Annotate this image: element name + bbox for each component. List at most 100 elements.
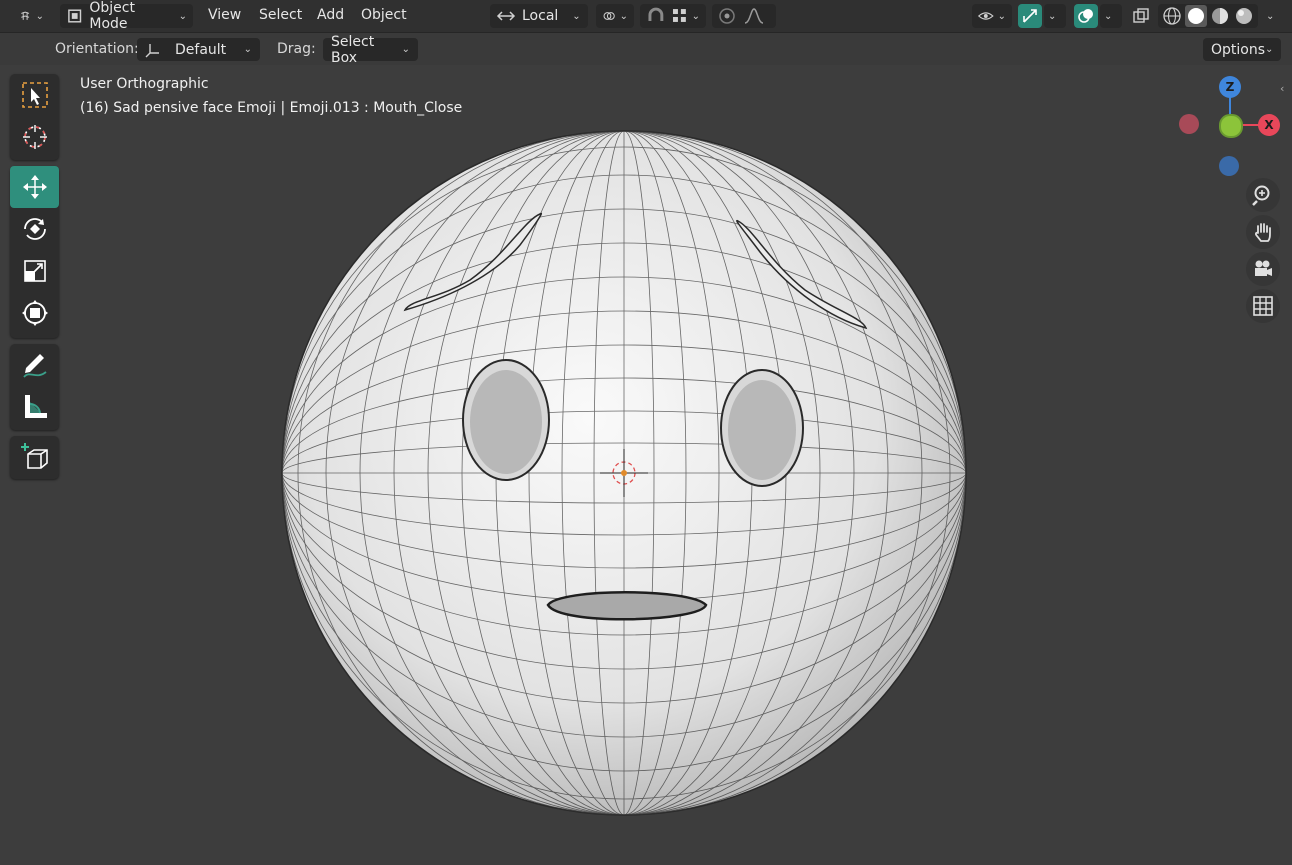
wireframe-shading-icon[interactable]: [1161, 6, 1183, 26]
zoom-button[interactable]: [1246, 178, 1280, 212]
chevron-down-icon: ⌄: [997, 10, 1006, 22]
local-orientation-icon: [496, 11, 516, 21]
toolbar-add-group: [10, 436, 59, 479]
object-mode-icon: [68, 9, 82, 23]
chevron-down-icon: ⌄: [1104, 10, 1113, 22]
toolbar-selection-group: [10, 74, 59, 160]
proportional-editing-icon: [719, 8, 735, 24]
chevron-down-icon: ⌄: [178, 10, 187, 22]
mode-label: Object Mode: [89, 0, 135, 32]
gizmo-z-label: Z: [1225, 80, 1235, 94]
proportional-editing-group[interactable]: [712, 4, 776, 28]
emoji-mesh[interactable]: [281, 130, 967, 816]
visibility-button[interactable]: ⌄: [972, 4, 1012, 28]
tool-cursor[interactable]: [10, 116, 59, 158]
overlays-dropdown[interactable]: ⌄: [1100, 4, 1122, 28]
object-info: (16) Sad pensive face Emoji | Emoji.013 …: [80, 100, 463, 116]
gizmo-y-axis[interactable]: [1219, 114, 1243, 138]
gizmo-neg-z-axis[interactable]: [1219, 156, 1239, 176]
pivot-point-button[interactable]: ⌄: [596, 4, 634, 28]
orientation-dropdown[interactable]: Default ⌄: [137, 38, 260, 61]
menu-select[interactable]: Select: [259, 7, 302, 23]
chevron-down-icon: ⌄: [401, 44, 410, 55]
tool-rotate[interactable]: [10, 208, 59, 250]
chevron-down-icon: ⌄: [619, 10, 628, 22]
add-cube-icon: [20, 443, 48, 469]
transform-orientation-dropdown[interactable]: Local ⌄: [490, 4, 588, 28]
tool-scale[interactable]: [10, 250, 59, 292]
chevron-down-icon: ⌄: [243, 44, 252, 55]
gizmo-dropdown[interactable]: ⌄: [1044, 4, 1066, 28]
drag-value: Select Box: [331, 33, 375, 66]
xray-toggle[interactable]: [1128, 4, 1154, 28]
sidebar-toggle[interactable]: ‹: [1280, 82, 1292, 100]
cursor-icon: [22, 125, 47, 149]
transform-icon: [21, 300, 48, 326]
tool-add-cube[interactable]: [10, 436, 59, 478]
measure-ruler-icon: [24, 395, 47, 418]
toolbar-annotate-group: [10, 344, 59, 430]
rendered-shading-icon[interactable]: [1233, 6, 1255, 26]
zoom-icon: [1252, 185, 1270, 206]
chevron-down-icon: ⌄: [691, 10, 700, 22]
editor-type-button[interactable]: ⌄: [14, 4, 50, 28]
magnet-icon: [648, 7, 664, 21]
gizmo-neg-x-axis[interactable]: [1179, 114, 1199, 134]
material-shading-icon[interactable]: [1209, 6, 1231, 26]
menu-view[interactable]: View: [208, 7, 241, 23]
gizmo-z-axis[interactable]: Z: [1219, 76, 1241, 98]
drag-dropdown[interactable]: Select Box ⌄: [323, 34, 418, 66]
camera-icon: [1255, 260, 1272, 276]
shading-group[interactable]: [1158, 4, 1258, 28]
menu-add[interactable]: Add: [317, 7, 344, 23]
gizmo-x-axis[interactable]: X: [1258, 114, 1280, 136]
tool-measure[interactable]: [10, 386, 59, 428]
annotate-pencil-icon: [22, 354, 47, 378]
right-eye-socket: [720, 369, 804, 487]
rotate-icon: [23, 218, 46, 240]
left-eye-socket: [462, 359, 550, 481]
overlays-toggle[interactable]: [1074, 4, 1098, 28]
drag-label: Drag:: [277, 41, 316, 57]
chevron-down-icon: ⌄: [1048, 10, 1057, 22]
chevron-down-icon: ⌄: [1265, 44, 1274, 55]
falloff-curve-icon: [744, 8, 764, 24]
grid-icon: [1253, 296, 1273, 316]
select-box-icon: [21, 82, 48, 108]
viewport-header: ⌄ Object Mode ⌄ View Select Add Object L…: [0, 0, 1292, 33]
overlays-icon: [1078, 9, 1093, 23]
tool-annotate[interactable]: [10, 344, 59, 386]
tool-select-box[interactable]: [10, 74, 59, 116]
gizmo-toggle[interactable]: [1018, 4, 1042, 28]
chevron-left-icon: ‹: [1280, 82, 1285, 95]
orthographic-toggle-button[interactable]: [1246, 289, 1280, 323]
menu-object[interactable]: Object: [361, 7, 407, 23]
orientation-axes-icon: [145, 43, 159, 57]
options-label: Options: [1211, 41, 1266, 58]
camera-view-button[interactable]: [1246, 252, 1280, 286]
tool-move[interactable]: [10, 166, 59, 208]
3d-viewport[interactable]: User Orthographic (16) Sad pensive face …: [0, 66, 1292, 865]
snap-group[interactable]: ⌄: [640, 4, 706, 28]
viewport-canvas[interactable]: [0, 66, 1292, 865]
orientation-value: Default: [175, 41, 227, 58]
scale-icon: [23, 260, 46, 282]
chevron-down-icon: ⌄: [35, 10, 44, 22]
gizmo-icon: [1023, 9, 1037, 23]
solid-shading-button[interactable]: [1185, 5, 1207, 27]
mouth-close: [546, 591, 708, 621]
chevron-down-icon: ⌄: [572, 10, 581, 22]
pivot-icon: [603, 12, 615, 20]
gizmo-x-label: X: [1264, 118, 1274, 132]
tool-settings-bar: Orientation: Default ⌄ Drag: Select Box …: [0, 33, 1292, 66]
orientation-label: Orientation:: [55, 41, 139, 57]
mode-selector[interactable]: Object Mode ⌄: [60, 0, 193, 32]
toolbar-transform-group: [10, 166, 59, 338]
move-icon: [22, 175, 47, 199]
pan-button[interactable]: [1246, 215, 1280, 249]
xray-icon: [1133, 8, 1149, 23]
hand-icon: [1255, 223, 1271, 242]
shading-dropdown[interactable]: ⌄: [1262, 4, 1284, 28]
options-dropdown[interactable]: Options ⌄: [1203, 38, 1281, 61]
tool-transform[interactable]: [10, 292, 59, 334]
